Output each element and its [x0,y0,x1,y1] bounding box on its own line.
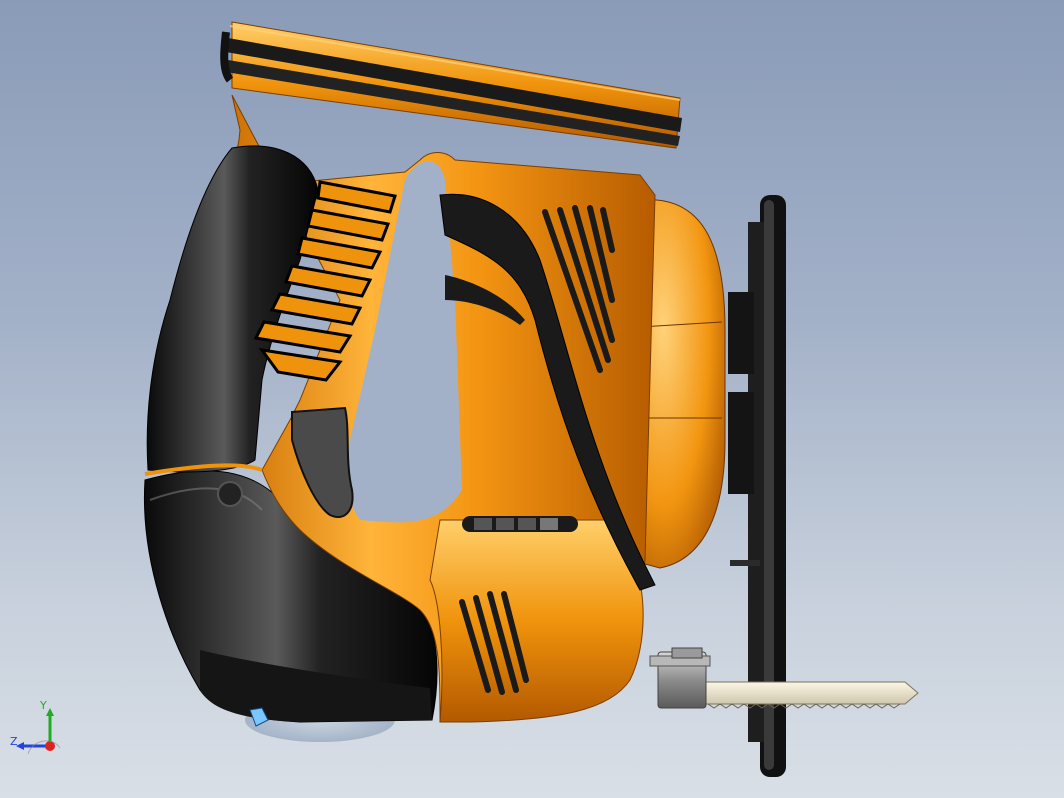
triad-y-label: Y [40,699,47,712]
jigsaw-model[interactable] [0,0,1064,798]
graphics-viewport[interactable]: Y Z [0,0,1064,798]
blade-clamp[interactable] [649,647,711,709]
coordinate-triad [16,708,61,755]
gear-housing [429,519,644,723]
saw-blade[interactable] [699,681,919,709]
speed-selector[interactable] [462,516,578,532]
battery-release-button[interactable] [217,481,243,507]
triad-y-arrow [46,708,54,716]
triad-z-label: Z [10,735,18,748]
top-cap [220,21,682,149]
